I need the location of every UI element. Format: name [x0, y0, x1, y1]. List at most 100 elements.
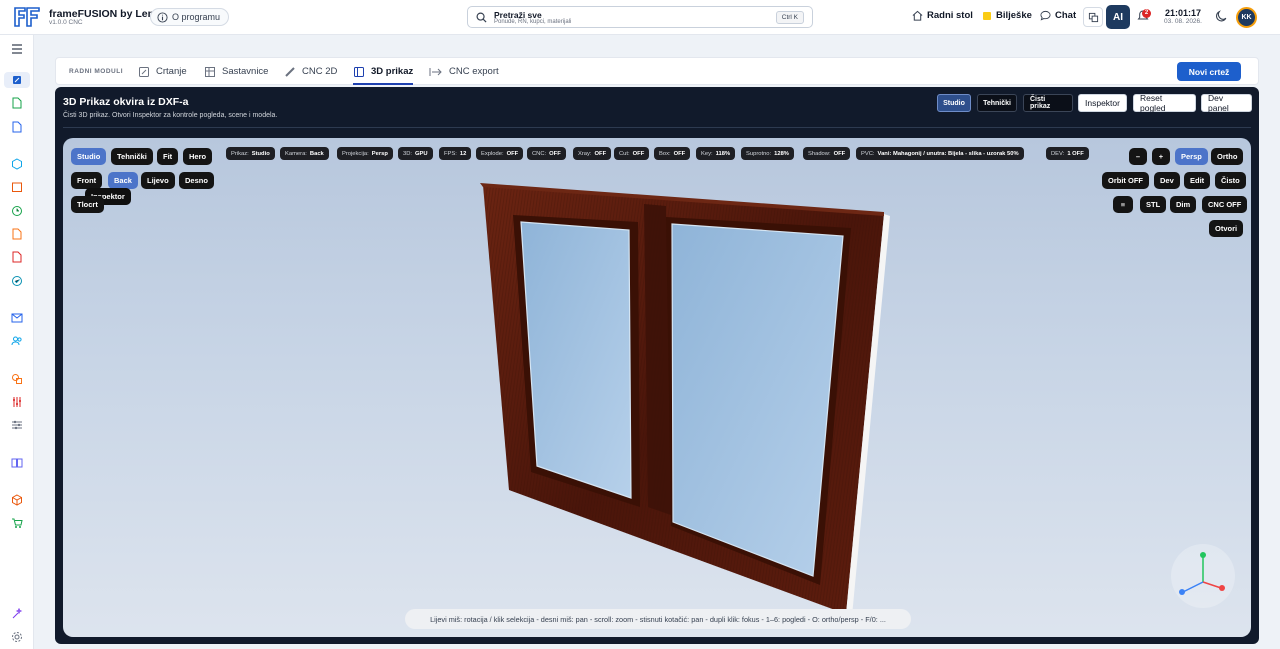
inspector-button[interactable]: Inspektor [1078, 94, 1127, 112]
status-chip-key: Box: [659, 150, 671, 157]
viewer-panel: 3D Prikaz okvira iz DXF-a Čisti 3D prika… [55, 87, 1259, 644]
sidebar-item-calendar[interactable] [9, 179, 25, 195]
3d-viewport[interactable]: Studio Tehnički Fit Hero Front Back Lije… [63, 138, 1251, 637]
sidebar-item-book[interactable] [9, 455, 25, 471]
invoice-icon [12, 251, 22, 263]
ortho-button[interactable]: Ortho [1211, 148, 1244, 165]
tools-icon [13, 397, 21, 407]
menu-icon[interactable] [9, 41, 25, 57]
about-button[interactable]: O programu [150, 8, 230, 26]
tab-sastavnice[interactable]: Sastavnice [204, 58, 268, 85]
status-chip-value: Studio [251, 150, 270, 157]
clean-view-button[interactable]: Čisti prikaz [1023, 94, 1073, 112]
orbit-toggle-button[interactable]: Orbit OFF [1102, 172, 1149, 189]
tab-cnc-2d[interactable]: CNC 2D [284, 58, 337, 85]
status-chip: CNC: OFF [527, 147, 566, 160]
sidebar-item-report[interactable] [9, 226, 25, 242]
sidebar-item-file[interactable] [9, 119, 25, 135]
view-front-button[interactable]: Front [71, 172, 103, 189]
sidebar-item-tools[interactable] [9, 394, 25, 410]
status-chip: Explode: OFF [476, 147, 524, 160]
sidebar-item-verify[interactable] [9, 273, 25, 289]
window-model[interactable] [63, 138, 1251, 637]
axis-gizmo[interactable] [1171, 544, 1235, 608]
view-fit-button[interactable]: Fit [157, 148, 179, 165]
user-avatar[interactable]: KK [1236, 7, 1257, 28]
zoom-out-button[interactable]: – [1129, 148, 1147, 165]
sidebar-item-mail[interactable] [9, 310, 25, 326]
dev-panel-button[interactable]: Dev panel [1201, 93, 1252, 113]
controls-help-bar: Lijevi miš: rotacija / klik selekcija - … [405, 609, 911, 629]
search-shortcut: Ctrl K [775, 11, 804, 24]
tab-crtanje[interactable]: Crtanje [138, 58, 187, 85]
shapes-icon [12, 374, 22, 384]
status-chip-key: DEV: [1051, 150, 1065, 157]
reset-view-button[interactable]: Reset pogled [1133, 93, 1196, 113]
clean-button[interactable]: Čisto [1215, 172, 1246, 189]
view-technical-button[interactable]: Tehnički [111, 148, 153, 165]
sparkle-icon [12, 608, 23, 619]
cnc-toggle-button[interactable]: CNC OFF [1202, 196, 1248, 213]
status-chip-value: 128% [774, 150, 789, 157]
sidebar-item-clock[interactable] [9, 203, 25, 219]
zoom-in-button[interactable]: + [1152, 148, 1170, 165]
notes-link[interactable]: Bilješke [982, 10, 1032, 21]
status-chip-value: Back [309, 150, 324, 157]
note-icon [983, 11, 991, 20]
export-arrow-icon [429, 67, 442, 76]
studio-mode-button[interactable]: Studio [937, 94, 971, 112]
sidebar-item-box[interactable] [9, 156, 25, 172]
new-drawing-button[interactable]: Novi crtež [1177, 62, 1241, 81]
sidebar-item-shapes[interactable] [9, 371, 25, 387]
gear-icon [12, 632, 22, 642]
tab-cnc-2d-label: CNC 2D [302, 66, 338, 77]
panel-subtitle: Čisti 3D prikaz. Otvori Inspektor za kon… [63, 112, 278, 119]
clock-time: 21:01:17 [1164, 8, 1202, 18]
tab-3d-prikaz[interactable]: 3D prikaz [353, 58, 414, 85]
status-chip-value: 12 [459, 150, 467, 157]
perspective-button[interactable]: Persp [1175, 148, 1208, 165]
status-chip-key: 3D: [403, 150, 413, 157]
sidebar-item-magic[interactable] [9, 606, 25, 622]
chat-label: Chat [1055, 10, 1077, 21]
chat-link[interactable]: Chat [1040, 10, 1076, 21]
moon-icon[interactable] [1215, 10, 1228, 23]
view-studio-button[interactable]: Studio [71, 148, 107, 165]
sidebar-item-users[interactable] [9, 333, 25, 349]
view-hero-button[interactable]: Hero [183, 148, 213, 165]
sidebar-item-document[interactable] [9, 95, 25, 111]
sidebar-item-cart[interactable] [9, 515, 25, 531]
left-glass-pane [520, 221, 632, 499]
dev-button[interactable]: Dev [1154, 172, 1180, 189]
technical-mode-button[interactable]: Tehnički [977, 94, 1017, 112]
sidebar-item-settings[interactable] [9, 629, 25, 645]
global-search[interactable]: Pretraži sve Ponude, RN, kupci, materija… [467, 6, 813, 28]
sidebar-item-package[interactable] [9, 492, 25, 508]
sidebar-item-drawing[interactable] [4, 72, 30, 88]
view-top-button[interactable]: Tlocrt [71, 196, 104, 213]
clock-date: 03. 08. 2026. [1164, 18, 1202, 25]
tab-cnc-export[interactable]: CNC export [429, 58, 499, 85]
open-button[interactable]: Otvori [1209, 220, 1244, 237]
desk-link[interactable]: Radni stol [912, 10, 973, 21]
layers-menu-button[interactable]: ≡ [1113, 196, 1133, 213]
notifications-button[interactable]: 2 [1137, 9, 1151, 28]
top-bar: frameFUSION by Lemy v1.0.0 CNC O program… [0, 0, 1280, 35]
ai-button[interactable]: AI [1106, 5, 1130, 29]
view-back-button[interactable]: Back [108, 172, 138, 189]
panel-divider [63, 127, 1251, 128]
edit-button[interactable]: Edit [1184, 172, 1211, 189]
sidebar-item-invoice[interactable] [9, 249, 25, 265]
windows-button[interactable] [1083, 7, 1103, 27]
cube-icon [12, 158, 22, 170]
users-icon [11, 336, 22, 346]
view-left-button[interactable]: Lijevo [141, 172, 175, 189]
framefusion-logo[interactable] [13, 5, 41, 29]
pencil-icon [13, 76, 21, 84]
sidebar-item-sliders[interactable] [9, 417, 25, 433]
view-right-button[interactable]: Desno [179, 172, 214, 189]
sliders-icon [12, 420, 22, 430]
dimensions-button[interactable]: Dim [1170, 196, 1197, 213]
tab-cnc-export-label: CNC export [449, 66, 499, 77]
stl-export-button[interactable]: STL [1140, 196, 1167, 213]
